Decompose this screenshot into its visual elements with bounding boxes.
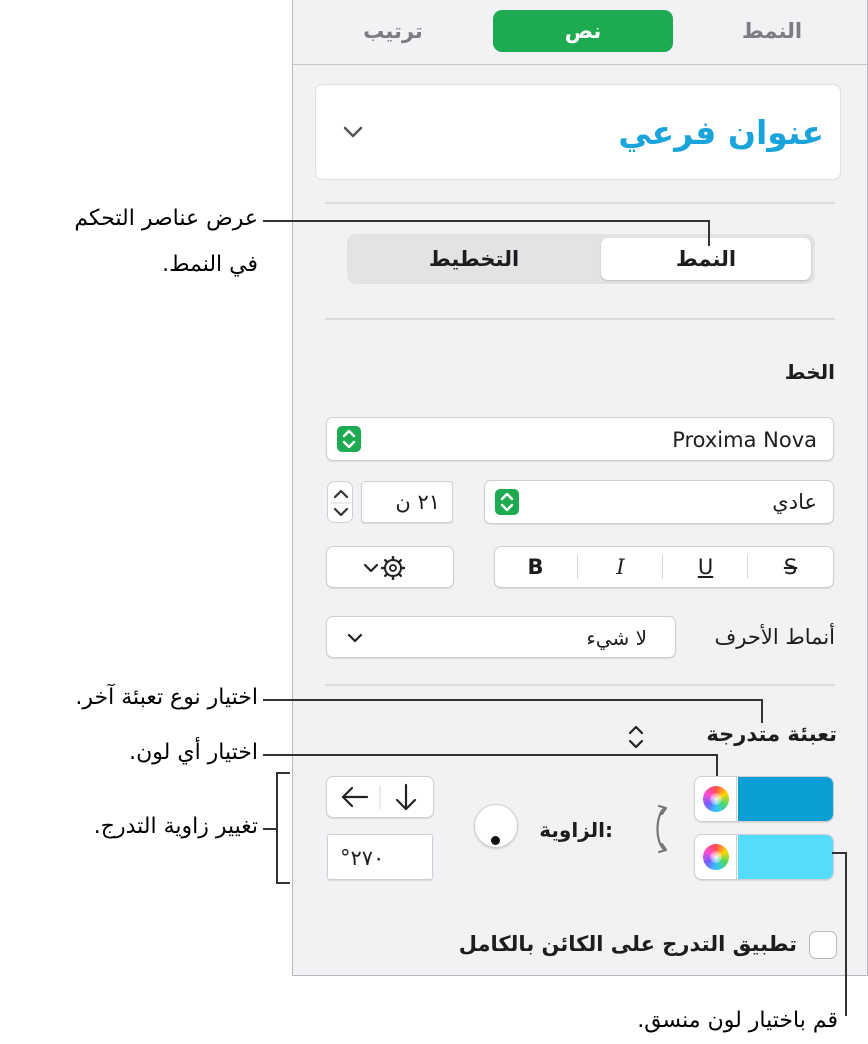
color-wheel-icon bbox=[703, 786, 729, 812]
checkbox-icon[interactable] bbox=[809, 931, 837, 959]
apply-gradient-label: تطبيق التدرج على الكائن بالكامل bbox=[458, 932, 797, 956]
bold-button[interactable]: B bbox=[493, 547, 578, 587]
callout-line bbox=[708, 220, 710, 246]
callout-line bbox=[263, 828, 277, 830]
character-styles-value: لا شيء bbox=[586, 626, 647, 650]
tab-arrange[interactable]: ترتيب bbox=[333, 10, 453, 52]
callout-line bbox=[263, 699, 763, 701]
angle-direction-buttons bbox=[326, 776, 434, 818]
arrow-left-icon bbox=[341, 786, 369, 808]
tab-style[interactable]: النمط bbox=[713, 10, 831, 52]
segment-style[interactable]: النمط bbox=[601, 238, 811, 280]
callout-matching-color: قم باختيار لون منسق. bbox=[637, 1008, 838, 1033]
callout-line bbox=[263, 754, 718, 756]
fill-type-popup[interactable]: تعبئة متدرجة bbox=[627, 722, 837, 752]
callout-line bbox=[716, 754, 718, 776]
color-picker-button[interactable] bbox=[695, 777, 737, 821]
angle-value: °٢٧٠ bbox=[340, 846, 385, 870]
callout-fill-type: اختيار نوع تعبئة آخر. bbox=[75, 685, 258, 710]
chevron-down-icon bbox=[363, 563, 379, 573]
text-emphasis-buttons: S U I B bbox=[494, 546, 834, 588]
color-picker-button[interactable] bbox=[695, 835, 737, 879]
gradient-color-1-well[interactable] bbox=[694, 776, 834, 822]
color-swatch[interactable] bbox=[738, 777, 833, 821]
divider bbox=[325, 202, 835, 204]
angle-field[interactable]: °٢٧٠ bbox=[327, 834, 433, 880]
gear-icon bbox=[380, 556, 406, 580]
font-size-field[interactable]: ٢١ ن bbox=[361, 481, 453, 523]
stepper-icon bbox=[495, 489, 519, 515]
callout-bracket bbox=[276, 882, 290, 884]
callout-style-controls-line2: في النمط. bbox=[162, 252, 258, 277]
callout-line bbox=[263, 220, 710, 222]
angle-wheel-icon[interactable] bbox=[474, 804, 518, 848]
callout-style-controls-line1: عرض عناصر التحكم bbox=[74, 206, 258, 231]
tab-text[interactable]: نص bbox=[493, 10, 673, 52]
fill-type-value: تعبئة متدرجة bbox=[706, 722, 837, 746]
paragraph-style-name: عنوان فرعي bbox=[618, 113, 824, 152]
font-family-popup[interactable]: Proxima Nova bbox=[326, 417, 834, 461]
callout-line bbox=[845, 852, 847, 1016]
typeface-popup[interactable]: عادي bbox=[484, 480, 834, 524]
strikethrough-button[interactable]: S bbox=[748, 547, 833, 587]
color-wheel-icon bbox=[703, 844, 729, 870]
advanced-options-button[interactable] bbox=[326, 546, 454, 588]
divider bbox=[325, 684, 835, 686]
font-section-label: الخط bbox=[784, 360, 835, 384]
arrow-down-icon bbox=[395, 783, 417, 811]
swap-arrows-icon[interactable] bbox=[649, 800, 673, 858]
font-size-value: ٢١ ن bbox=[395, 490, 440, 514]
callout-any-color: اختيار أي لون. bbox=[129, 740, 258, 765]
underline-button[interactable]: U bbox=[663, 547, 748, 587]
stepper-icon bbox=[628, 725, 644, 749]
divider bbox=[325, 318, 835, 320]
tabbar-divider bbox=[293, 64, 867, 65]
character-styles-popup[interactable]: لا شيء bbox=[326, 616, 676, 658]
callout-gradient-angle: تغيير زاوية التدرج. bbox=[93, 814, 258, 839]
typeface-value: عادي bbox=[772, 490, 817, 514]
paragraph-style-popup[interactable]: عنوان فرعي bbox=[315, 84, 841, 180]
chevron-down-icon bbox=[343, 126, 363, 138]
callout-line bbox=[761, 699, 763, 723]
angle-label: الزاوية: bbox=[539, 818, 613, 842]
angle-indicator bbox=[491, 836, 500, 845]
character-styles-label: أنماط الأحرف bbox=[714, 625, 835, 649]
text-inspector-panel: النمط نص ترتيب عنوان فرعي النمط التخطيط … bbox=[292, 0, 868, 976]
callout-line bbox=[832, 852, 846, 854]
gradient-color-2-well[interactable] bbox=[694, 834, 834, 880]
callout-bracket bbox=[276, 772, 278, 884]
font-size-stepper[interactable] bbox=[327, 481, 353, 523]
segment-layout[interactable]: التخطيط bbox=[351, 238, 597, 280]
color-swatch[interactable] bbox=[738, 835, 833, 879]
style-layout-segmented-control: النمط التخطيط bbox=[347, 234, 815, 284]
callout-bracket bbox=[276, 772, 290, 774]
chevron-down-icon bbox=[347, 633, 363, 643]
font-family-value: Proxima Nova bbox=[672, 428, 817, 452]
stepper-icon bbox=[331, 489, 351, 517]
italic-button[interactable]: I bbox=[578, 547, 663, 587]
stepper-icon bbox=[337, 426, 361, 452]
